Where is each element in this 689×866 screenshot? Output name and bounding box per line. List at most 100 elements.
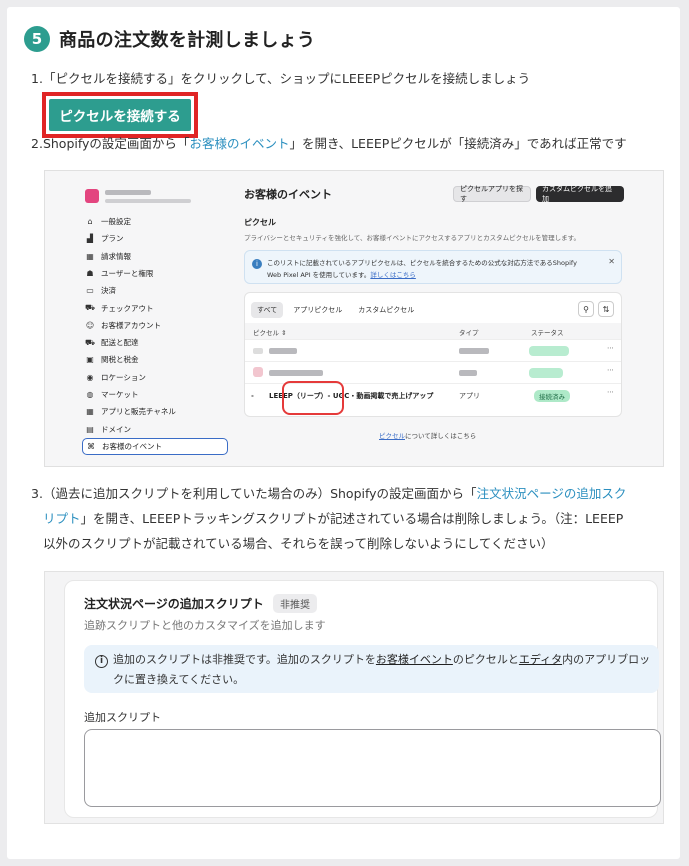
additional-scripts-link[interactable]: 注文状況ページの追加スク <box>477 486 627 501</box>
table-row[interactable]: ⋯ <box>245 339 621 361</box>
add-custom-pixel-button[interactable]: カスタムピクセルを追加 <box>536 185 624 203</box>
info-text-1: このリストに記載されているアプリピクセルは、ピクセルを統合するための公式な対応方… <box>267 259 577 267</box>
checkout-icon: ⛟ <box>85 303 96 312</box>
info-icon: i <box>252 259 262 269</box>
leeep-logo-icon: ▪ <box>251 393 254 398</box>
sidebar-item-label: マーケット <box>101 390 139 399</box>
pixel-type-redacted <box>459 370 477 376</box>
step-card: 5 商品の注文数を計測しましょう 1.「ピクセルを接続する」をクリックして、ショ… <box>7 7 680 859</box>
more-icon[interactable]: ⋯ <box>607 344 614 352</box>
info-icon: i <box>95 655 108 668</box>
close-icon[interactable]: ✕ <box>608 257 615 266</box>
sidebar-item-domains[interactable]: ▤ ドメイン <box>85 421 225 438</box>
additional-scripts-title: 注文状況ページの追加スクリプト <box>84 597 264 611</box>
sidebar-item-label: 一般設定 <box>101 217 131 226</box>
sidebar-item-label: ユーザーと権限 <box>101 268 154 278</box>
sidebar-item-checkout[interactable]: ⛟ チェックアウト <box>85 300 225 317</box>
learn-more-link[interactable]: 詳しくはこちら <box>370 271 416 279</box>
sidebar-item-label: 決済 <box>101 286 116 296</box>
pixels-description: プライバシーとセキュリティを強化して、お客様イベントにアクセスするアプリとカスタ… <box>244 234 580 242</box>
instruction-3-note: 以外のスクリプトが記載されている場合、それらを誤って削除しないようにしてください… <box>43 536 554 551</box>
sidebar-item-general[interactable]: ⌂ 一般設定 <box>85 213 225 230</box>
sidebar-item-billing[interactable]: ▦ 請求情報 <box>85 248 225 265</box>
additional-scripts-textarea[interactable] <box>84 729 661 807</box>
step-header: 5 商品の注文数を計測しましょう <box>24 26 315 52</box>
sidebar-item-apps-channels[interactable]: ▦ アプリと販売チャネル <box>85 403 225 420</box>
status-highlight-ring <box>282 381 344 415</box>
store-header <box>85 189 191 203</box>
customer-accounts-icon: ☺ <box>85 320 95 330</box>
connected-status-badge: 接続済み <box>534 390 570 402</box>
tab-app-pixels[interactable]: アプリピクセル <box>287 302 348 318</box>
pixel-icon-redacted <box>253 367 263 377</box>
deprecation-info-banner: i 追加のスクリプトは非推奨です。追加のスクリプトをお客様イベントのピクセルとエ… <box>84 645 659 693</box>
table-row[interactable]: ⋯ <box>245 361 621 383</box>
status-redacted <box>529 368 563 378</box>
sidebar-item-shipping[interactable]: ⛟ 配送と配達 <box>85 334 225 351</box>
sidebar-item-markets[interactable]: ◍ マーケット <box>85 386 225 403</box>
customer-events-link[interactable]: お客様のイベント <box>189 136 289 151</box>
info-text-2: Web Pixel API を使用しています。詳しくはこちら <box>267 271 416 279</box>
column-type: タイプ <box>459 329 479 337</box>
pixel-type-redacted <box>459 348 489 354</box>
additional-scripts-panel: 注文状況ページの追加スクリプト 非推奨 追跡スクリプトと他のカスタマイズを追加し… <box>64 580 661 818</box>
pixel-name-redacted <box>269 370 323 376</box>
events-main: お客様のイベント ピクセルアプリを探す カスタムピクセルを追加 ピクセル プライ… <box>240 179 630 464</box>
pixel-footer: ピクセルについて詳しくはこちら <box>379 432 477 440</box>
additional-scripts-field-label: 追加スクリプト <box>84 711 161 724</box>
sidebar-item-plan[interactable]: ▟ プラン <box>85 230 225 247</box>
step-number-badge: 5 <box>24 26 50 52</box>
pixel-help-link[interactable]: ピクセル <box>379 432 405 440</box>
explore-pixel-apps-button[interactable]: ピクセルアプリを探す <box>453 185 531 203</box>
instruction-2-text-end: 」を開き、LEEEPピクセルが「接続済み」であれば正常です <box>289 136 627 151</box>
payments-icon: ▭ <box>86 286 94 296</box>
sidebar-item-users[interactable]: ☗ ユーザーと権限 <box>85 265 225 282</box>
customer-events-icon: ⌘ <box>87 441 95 451</box>
tab-custom-pixels[interactable]: カスタムピクセル <box>352 302 420 318</box>
more-icon[interactable]: ⋯ <box>607 366 614 374</box>
events-title: お客様のイベント <box>244 188 332 201</box>
deprecation-info-text: 追加のスクリプトは非推奨です。追加のスクリプトをお客様イベントのピクセルとエディ… <box>113 653 651 686</box>
general-icon: ⌂ <box>87 217 93 226</box>
more-icon[interactable]: ⋯ <box>607 388 614 396</box>
list-marker: 1. <box>31 71 43 86</box>
sidebar-item-label: 配送と配達 <box>101 338 139 348</box>
pixel-info-banner: i このリストに記載されているアプリピクセルは、ピクセルを統合するための公式な対… <box>244 250 622 284</box>
apps-channels-icon: ▦ <box>86 407 94 417</box>
editor-link[interactable]: エディタ <box>519 653 562 666</box>
billing-icon: ▦ <box>86 251 94 261</box>
sidebar-item-customer-accounts[interactable]: ☺ お客様アカウント <box>85 317 225 334</box>
status-redacted <box>529 346 569 356</box>
sidebar-item-label: 関税と税金 <box>101 355 139 365</box>
sidebar-item-customer-events[interactable]: ⌘ お客様のイベント <box>82 437 228 455</box>
pixel-filter-tabs: すべて アプリピクセル カスタムピクセル <box>251 302 420 318</box>
instruction-2: 2.Shopifyの設定画面から「お客様のイベント」を開き、LEEEPピクセルが… <box>31 131 627 156</box>
column-pixel[interactable]: ピクセル ⇕ <box>253 327 287 337</box>
sidebar-item-payments[interactable]: ▭ 決済 <box>85 282 225 299</box>
sidebar-item-duties-taxes[interactable]: ▣ 関税と税金 <box>85 351 225 368</box>
additional-scripts-link-cont[interactable]: リプト <box>43 511 81 526</box>
connect-pixel-button[interactable]: ピクセルを接続する <box>49 99 191 131</box>
list-marker: 3. <box>31 486 43 501</box>
sidebar-item-label: お客様アカウント <box>101 320 161 330</box>
sidebar-item-label: ロケーション <box>101 372 146 382</box>
deprecated-badge: 非推奨 <box>273 594 317 613</box>
store-logo <box>85 189 99 203</box>
instruction-3-text-end: 」を開き、LEEEPトラッキングスクリプトが記述されている場合は削除しましょう。… <box>80 511 624 526</box>
sidebar-item-label: チェックアウト <box>101 303 154 313</box>
customer-events-link-2[interactable]: お客様イベント <box>376 653 453 666</box>
pixel-name-redacted <box>269 348 297 354</box>
instruction-3: 3.（過去に追加スクリプトを利用していた場合のみ）Shopifyの設定画面から「… <box>31 481 671 556</box>
pixels-heading: ピクセル <box>244 218 276 227</box>
search-icon[interactable]: ⚲ <box>578 301 594 317</box>
instruction-2-text: Shopifyの設定画面から「 <box>42 136 190 151</box>
sidebar-item-locations[interactable]: ◉ ロケーション <box>85 369 225 386</box>
sidebar-item-label: 請求情報 <box>101 251 131 261</box>
sidebar-item-label: プラン <box>101 234 124 244</box>
tab-all[interactable]: すべて <box>251 302 284 318</box>
additional-scripts-screenshot: 注文状況ページの追加スクリプト 非推奨 追跡スクリプトと他のカスタマイズを追加し… <box>44 571 664 824</box>
domains-icon: ▤ <box>86 424 94 434</box>
sort-icon[interactable]: ⇅ <box>598 301 614 317</box>
locations-icon: ◉ <box>86 372 94 382</box>
instruction-1: 1.「ピクセルを接続する」をクリックして、ショップにLEEEPピクセルを接続しま… <box>31 66 530 91</box>
